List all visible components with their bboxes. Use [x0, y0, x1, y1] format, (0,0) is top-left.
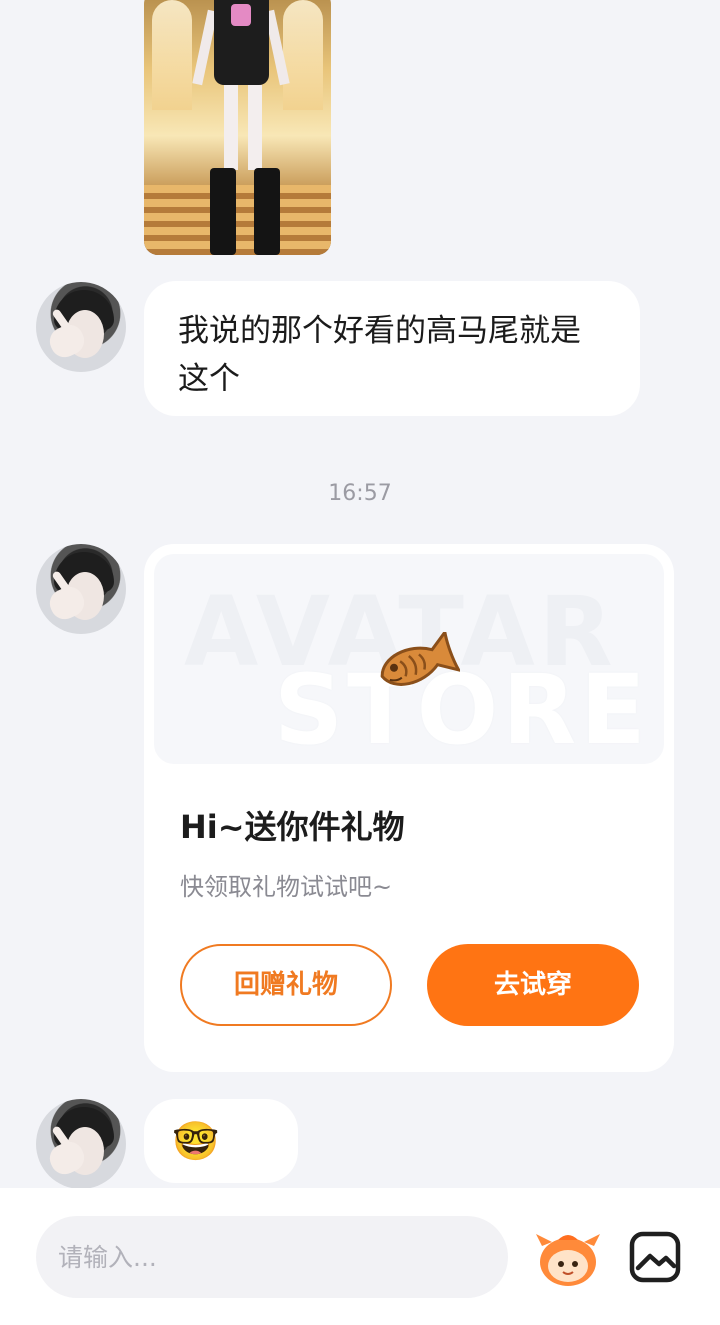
message-timestamp: 16:57 [328, 481, 392, 506]
return-gift-button[interactable]: 回赠礼物 [180, 944, 392, 1026]
message-input[interactable] [36, 1216, 508, 1298]
mascot-icon[interactable] [532, 1226, 604, 1288]
image-leg-right [248, 85, 262, 170]
sender-avatar[interactable] [36, 544, 126, 634]
image-window-right [283, 0, 323, 110]
image-window-left [152, 0, 192, 110]
gift-card-title: Hi~送你件礼物 [180, 808, 405, 846]
sender-avatar[interactable] [36, 1099, 126, 1188]
shared-image-message[interactable] [144, 0, 331, 255]
image-boot-right [254, 168, 280, 255]
image-leg-left [224, 85, 238, 170]
gift-card-subtitle: 快领取礼物试试吧~ [180, 873, 393, 901]
image-stairs [144, 185, 331, 255]
sender-avatar[interactable] [36, 282, 126, 372]
banner-watermark-store: STORE [274, 654, 650, 764]
try-on-button[interactable]: 去试穿 [427, 944, 639, 1026]
taiyaki-fish-icon [380, 632, 460, 686]
gift-banner: AVATAR STORE [154, 554, 664, 764]
image-boot-left [210, 168, 236, 255]
message-composer [0, 1188, 720, 1325]
emoji-message-bubble[interactable]: 🤓🤓 [144, 1099, 298, 1183]
image-icon[interactable] [628, 1230, 682, 1284]
gift-card[interactable]: AVATAR STORE Hi~送你件礼物 快领取礼物试试吧~ 回赠礼物 去试穿 [144, 544, 674, 1072]
text-message-bubble[interactable]: 我说的那个好看的高马尾就是这个 [144, 281, 640, 416]
image-shirt-print [231, 4, 251, 26]
chat-area[interactable]: 我说的那个好看的高马尾就是这个 16:57 AVATAR STORE Hi~送你… [0, 0, 720, 1188]
